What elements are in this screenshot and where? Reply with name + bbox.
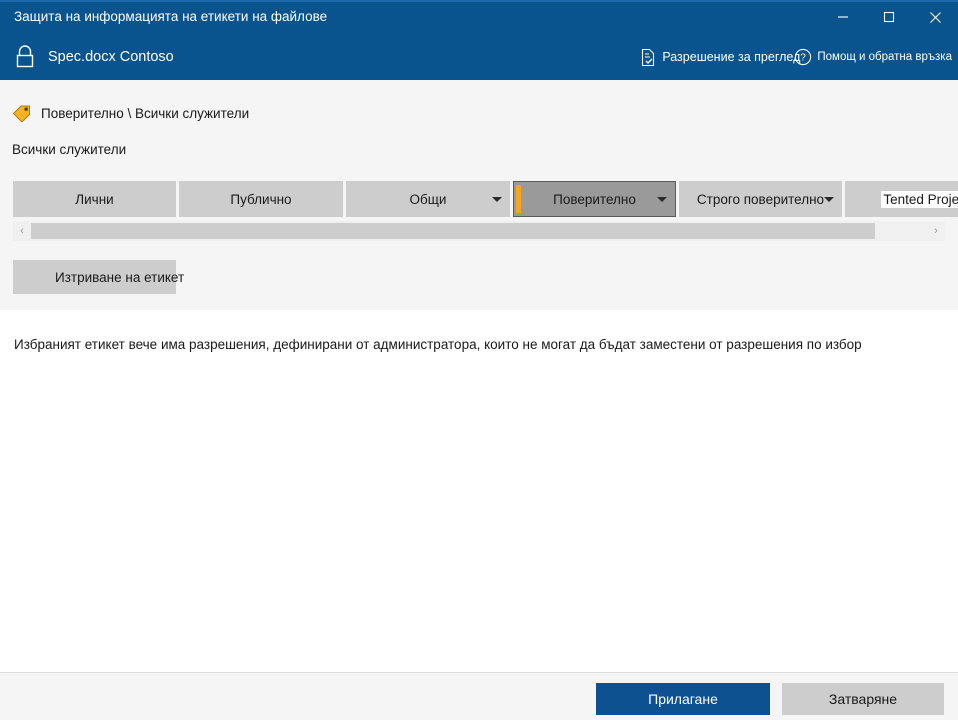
label-tab-text: Публично xyxy=(230,191,292,207)
header-links: Разрешение за преглед ? Помощ и обратна … xyxy=(640,44,952,70)
tag-icon xyxy=(12,105,30,122)
label-tab-text: Поверително xyxy=(553,191,636,207)
label-tab-2[interactable]: Общи xyxy=(346,181,510,217)
window-controls xyxy=(820,0,958,34)
title-bar: Защита на информацията на етикети на фай… xyxy=(0,0,958,80)
selected-tab-accent xyxy=(516,185,521,213)
label-tab-3[interactable]: Поверително xyxy=(513,181,676,217)
main-content: Избраният етикет вече има разрешения, де… xyxy=(0,310,958,672)
title-bar-top-accent xyxy=(0,0,958,2)
label-tab-text: Строго поверително xyxy=(696,191,825,207)
label-tab-text: Общи xyxy=(409,191,447,207)
maximize-icon xyxy=(883,11,895,23)
minimize-button[interactable] xyxy=(820,0,866,34)
view-permission-label: Разрешение за преглед xyxy=(662,50,801,64)
chevron-down-icon[interactable] xyxy=(492,197,502,202)
help-feedback-link[interactable]: ? Помощ и обратна връзка xyxy=(794,48,952,66)
app-window: Защита на информацията на етикети на фай… xyxy=(0,0,958,720)
label-tab-text: Tented Project xyxy=(881,190,958,208)
document-name: Spec.docx Contoso xyxy=(48,49,174,65)
delete-label-button-label: Изтриване на етикет xyxy=(55,269,185,285)
label-tab-0[interactable]: Лични xyxy=(13,181,176,217)
breadcrumb: Поверително \ Всички служители xyxy=(12,102,249,124)
permissions-info-message: Избраният етикет вече има разрешения, де… xyxy=(14,337,862,352)
help-feedback-label: Помощ и обратна връзка xyxy=(817,51,952,63)
tab-strip-scrollbar[interactable]: ‹ › xyxy=(13,221,945,241)
label-tab-1[interactable]: Публично xyxy=(179,181,343,217)
close-dialog-button[interactable]: Затваряне xyxy=(782,683,944,715)
chevron-down-icon[interactable] xyxy=(824,197,834,202)
window-title: Защита на информацията на етикети на фай… xyxy=(14,9,328,24)
footer-buttons: Прилагане Затваряне xyxy=(596,683,944,715)
scrollbar-thumb[interactable] xyxy=(31,223,875,239)
apply-button[interactable]: Прилагане xyxy=(596,683,770,715)
document-permission-icon xyxy=(640,48,657,67)
maximize-button[interactable] xyxy=(866,0,912,34)
breadcrumb-text: Поверително \ Всички служители xyxy=(41,105,250,121)
chevron-down-icon[interactable] xyxy=(657,197,667,202)
view-permission-link[interactable]: Разрешение за преглед xyxy=(640,48,800,67)
help-circle-icon: ? xyxy=(794,48,812,66)
close-button[interactable] xyxy=(912,0,958,34)
lock-icon xyxy=(16,45,34,68)
label-tab-strip[interactable]: Лични Публично Общи Поверително Строго повер… xyxy=(13,181,958,217)
scroll-right-button[interactable]: › xyxy=(927,221,945,241)
scrollbar-track[interactable] xyxy=(31,221,927,241)
footer-bar: Прилагане Затваряне xyxy=(0,672,958,720)
label-tab-4[interactable]: Строго поверително xyxy=(679,181,842,217)
label-tab-text: Лични xyxy=(75,191,114,207)
scroll-left-button[interactable]: ‹ xyxy=(13,221,31,241)
close-icon xyxy=(929,11,941,23)
document-row: Spec.docx Contoso xyxy=(12,42,174,72)
label-tab-5[interactable]: Tented Project xyxy=(845,181,958,217)
minimize-icon xyxy=(838,16,848,18)
label-selection-panel: Поверително \ Всички служители Всички сл… xyxy=(0,80,958,310)
svg-text:?: ? xyxy=(801,53,807,64)
section-title: Всички служители xyxy=(12,142,127,157)
